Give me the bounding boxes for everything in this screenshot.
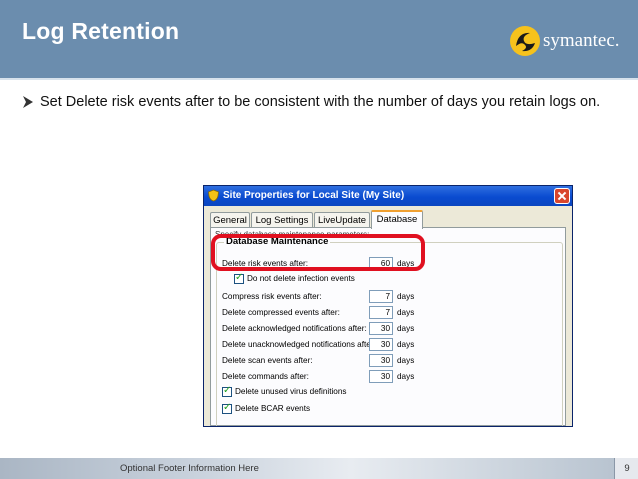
shield-icon <box>208 189 219 202</box>
brand-name: symantec. <box>543 30 620 51</box>
page-number: 9 <box>614 458 638 479</box>
symantec-logo-icon <box>510 26 540 56</box>
row-unit: days <box>397 372 415 381</box>
checkbox[interactable] <box>222 402 232 414</box>
row-label: Delete acknowledged notifications after: <box>222 324 367 333</box>
delete-compressed-events-field[interactable]: 7 <box>369 306 393 319</box>
row-unit: days <box>397 308 415 317</box>
tab-general[interactable]: General <box>210 212 250 227</box>
close-button[interactable] <box>554 188 570 204</box>
delete-commands-field[interactable]: 30 <box>369 370 393 383</box>
row-label: Delete commands after: <box>222 372 309 381</box>
tab-database[interactable]: Database <box>371 210 423 229</box>
row-unit: days <box>397 356 415 365</box>
row-label: Compress risk events after: <box>222 292 322 301</box>
bullet-text: Set Delete risk events after to be consi… <box>40 94 601 110</box>
tab-log-settings[interactable]: Log Settings <box>251 212 313 227</box>
row-unit: days <box>397 340 415 349</box>
checkbox[interactable] <box>222 385 232 397</box>
header-divider <box>0 78 638 80</box>
row-label: Delete compressed events after: <box>222 308 340 317</box>
dialog-title: Site Properties for Local Site (My Site) <box>223 190 405 201</box>
highlight-annotation <box>211 234 425 271</box>
footer-text: Optional Footer Information Here <box>120 463 259 474</box>
bullet-point: Set Delete risk events after to be consi… <box>22 94 612 111</box>
slide-title: Log Retention <box>22 18 180 44</box>
compress-risk-events-field[interactable]: 7 <box>369 290 393 303</box>
checkbox-label: Delete unused virus definitions <box>235 387 347 396</box>
delete-scan-events-field[interactable]: 30 <box>369 354 393 367</box>
row-unit: days <box>397 324 415 333</box>
dialog-titlebar[interactable]: Site Properties for Local Site (My Site) <box>204 186 572 206</box>
checkbox[interactable] <box>234 272 244 284</box>
delete-acknowledged-notifications-field[interactable]: 30 <box>369 322 393 335</box>
row-label: Delete unacknowledged notifications afte… <box>222 340 376 349</box>
arrow-bullet-icon <box>23 96 33 108</box>
tab-liveupdate[interactable]: LiveUpdate <box>314 212 370 227</box>
row-unit: days <box>397 292 415 301</box>
symantec-logo: symantec. <box>508 24 628 58</box>
delete-unacknowledged-notifications-field[interactable]: 30 <box>369 338 393 351</box>
checkbox-label: Delete BCAR events <box>235 404 311 413</box>
site-properties-dialog: Site Properties for Local Site (My Site)… <box>203 185 573 427</box>
checkbox-label: Do not delete infection events <box>247 274 355 283</box>
row-label: Delete scan events after: <box>222 356 313 365</box>
slide-footer: Optional Footer Information Here 9 <box>0 458 638 479</box>
